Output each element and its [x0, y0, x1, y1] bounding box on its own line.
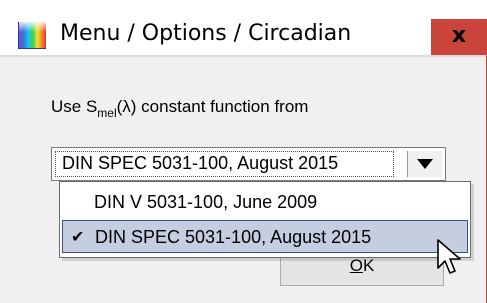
- ok-button-label: OK: [349, 256, 375, 275]
- option-label: DIN V 5031-100, June 2009: [94, 192, 318, 212]
- chevron-down-icon: [417, 159, 433, 169]
- dropdown-button[interactable]: [407, 151, 442, 177]
- close-button[interactable]: x: [431, 19, 487, 55]
- dropdown-option-din-v-2009[interactable]: DIN V 5031-100, June 2009: [62, 186, 468, 219]
- title-divider: [0, 55, 487, 57]
- dropdown-list: DIN V 5031-100, June 2009 ✔ DIN SPEC 503…: [59, 181, 471, 258]
- options-dialog: Menu / Options / Circadian x Use Smel(λ)…: [0, 0, 487, 303]
- function-source-select[interactable]: DIN SPEC 5031-100, August 2015: [51, 147, 446, 181]
- select-value: DIN SPEC 5031-100, August 2015: [62, 153, 339, 173]
- function-source-label: Use Smel(λ) constant function from: [51, 97, 309, 120]
- option-label: DIN SPEC 5031-100, August 2015: [95, 227, 372, 247]
- title-bar: Menu / Options / Circadian x: [0, 0, 487, 55]
- dropdown-option-din-spec-2015[interactable]: ✔ DIN SPEC 5031-100, August 2015: [62, 220, 468, 253]
- spectrum-app-icon: [18, 22, 46, 49]
- checkmark-icon: ✔: [71, 229, 85, 246]
- mouse-pointer-icon: [437, 239, 461, 274]
- window-title: Menu / Options / Circadian: [60, 21, 352, 46]
